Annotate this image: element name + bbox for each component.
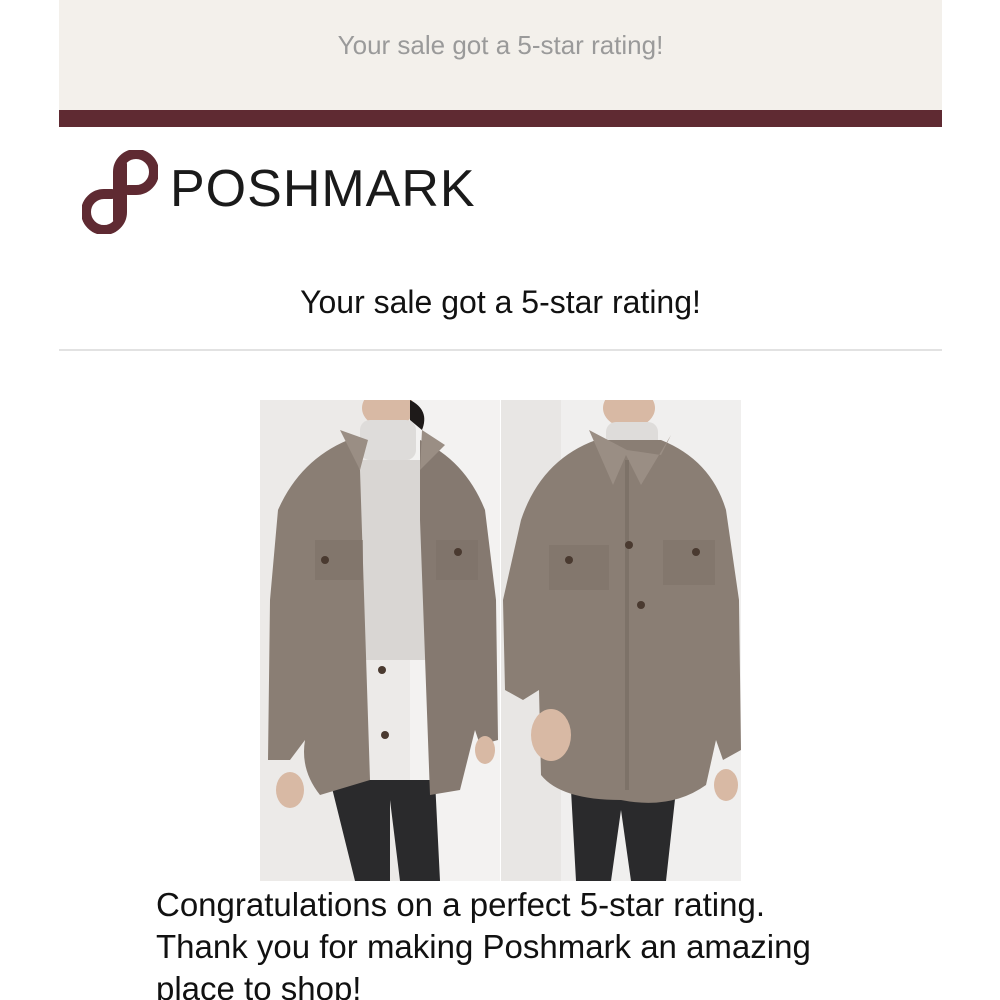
section-divider — [59, 349, 942, 351]
brand-color-bar — [59, 110, 942, 127]
poshmark-wordmark: POSHMARK — [170, 160, 476, 218]
product-photo — [501, 400, 741, 881]
message-line: place to shop! — [156, 970, 362, 1000]
email-headline: Your sale got a 5-star rating! — [300, 284, 701, 320]
jacket-photo-buttoned — [501, 400, 741, 881]
preheader-banner: Your sale got a 5-star rating! — [59, 0, 942, 110]
message-line: Congratulations on a perfect 5-star rati… — [156, 886, 766, 923]
poshmark-logo-icon — [82, 150, 158, 234]
email-page: Your sale got a 5-star rating! POSHMARK … — [0, 0, 1000, 1000]
message-line: Thank you for making Poshmark an amazing — [156, 928, 811, 965]
poshmark-logo[interactable]: POSHMARK — [82, 150, 476, 234]
preheader-text: Your sale got a 5-star rating! — [337, 29, 664, 60]
jacket-photo-open — [260, 400, 500, 881]
product-photo — [260, 400, 500, 881]
congratulations-message: Congratulations on a perfect 5-star rati… — [156, 884, 856, 1000]
product-image-link[interactable] — [260, 400, 741, 881]
